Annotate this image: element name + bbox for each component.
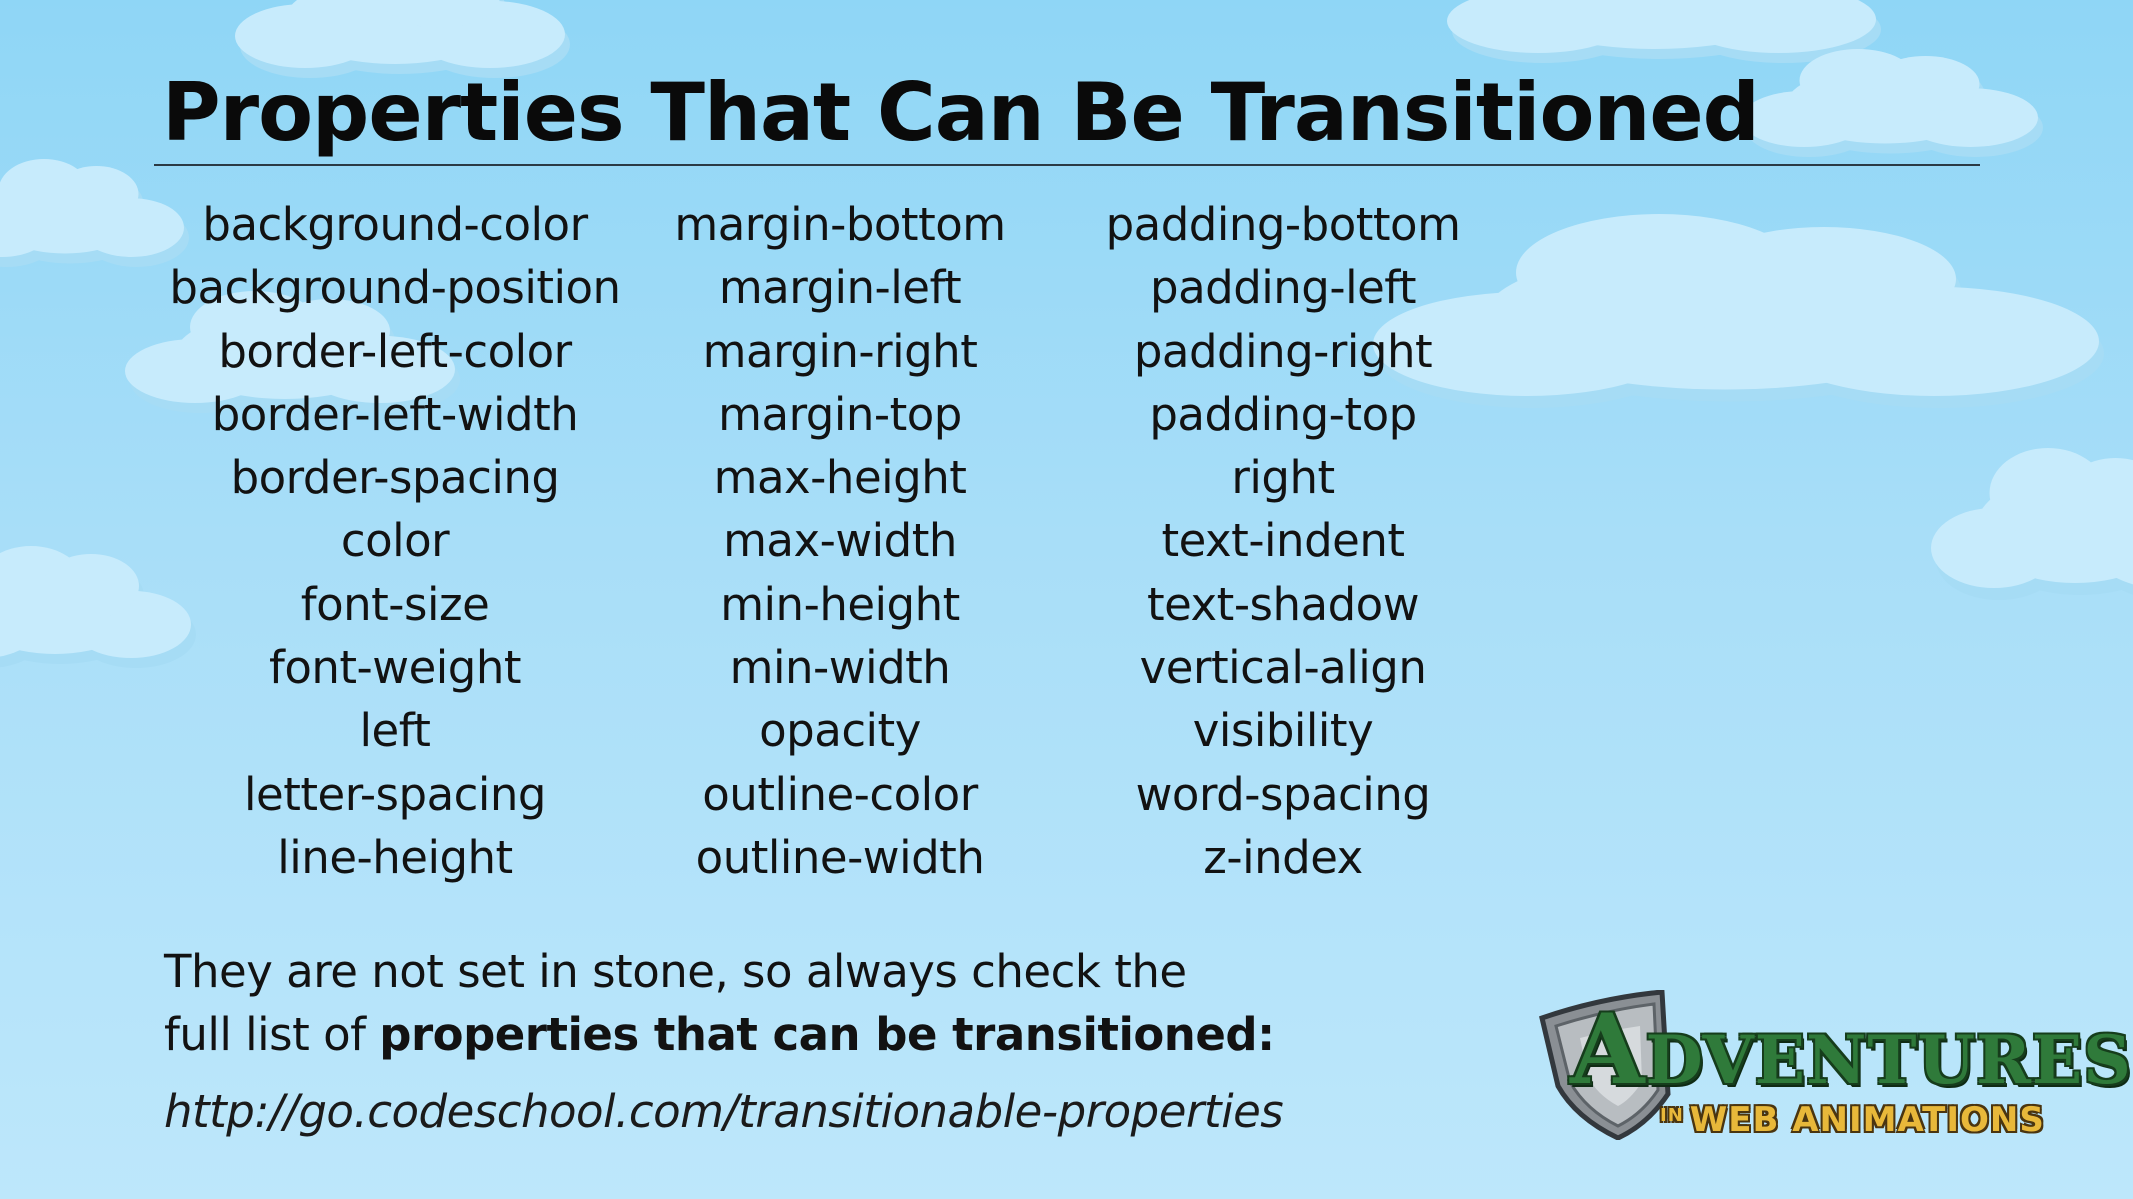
property-item: outline-color <box>702 767 978 821</box>
property-item: word-spacing <box>1135 767 1431 821</box>
property-item: padding-bottom <box>1105 198 1461 251</box>
property-item: background-color <box>202 198 588 251</box>
property-item: letter-spacing <box>244 767 546 821</box>
property-item: margin-bottom <box>674 198 1006 251</box>
property-item: padding-top <box>1149 387 1417 441</box>
property-item: min-height <box>720 577 960 631</box>
reference-link[interactable]: http://go.codeschool.com/transitionable-… <box>164 1082 1284 1142</box>
property-item: font-weight <box>269 641 522 695</box>
property-item: text-indent <box>1161 514 1406 568</box>
logo-subtitle-text: WEB ANIMATIONS <box>1689 1100 2045 1140</box>
property-item: vertical-align <box>1139 641 1427 695</box>
property-item: color <box>340 514 450 568</box>
footnote-line-2-prefix: full list of <box>164 1008 380 1061</box>
property-column-3: padding-bottom padding-left padding-righ… <box>1023 193 1543 889</box>
property-item: z-index <box>1203 830 1363 884</box>
property-item: outline-width <box>695 830 985 884</box>
property-item: right <box>1231 451 1335 505</box>
property-item: max-height <box>713 451 967 505</box>
property-item: margin-left <box>718 261 962 315</box>
property-item: opacity <box>759 704 921 758</box>
property-item: padding-left <box>1150 261 1416 315</box>
logo-subtitle: IN WEB ANIMATIONS <box>1660 1096 2045 1140</box>
property-item: background-position <box>169 261 621 315</box>
logo-subtitle-in: IN <box>1660 1105 1684 1126</box>
property-item: line-height <box>277 830 513 884</box>
property-column-1: background-color background-position bor… <box>135 193 655 889</box>
logo-title-rest: DVENTURES <box>1645 1021 2132 1099</box>
footnote-text: They are not set in stone, so always che… <box>164 940 1275 1066</box>
property-item: left <box>359 704 431 758</box>
property-column-2: margin-bottom margin-left margin-right m… <box>580 193 1100 889</box>
footnote-line-1: They are not set in stone, so always che… <box>164 945 1187 998</box>
property-item: border-left-width <box>211 387 579 441</box>
property-item: min-width <box>729 641 951 695</box>
slide-title: Properties That Can Be Transitioned <box>162 66 1760 159</box>
property-item: margin-right <box>702 324 978 378</box>
logo-title-initial: A <box>1570 993 1646 1106</box>
footnote-line-2-bold: properties that can be transitioned: <box>379 1008 1275 1061</box>
property-item: padding-right <box>1133 324 1433 378</box>
property-item: visibility <box>1192 704 1374 758</box>
footnote-line-2: full list of properties that can be tran… <box>164 1003 1275 1066</box>
property-item: max-width <box>723 514 957 568</box>
property-item: text-shadow <box>1147 577 1420 631</box>
property-item: border-left-color <box>218 324 572 378</box>
property-item: font-size <box>300 577 490 631</box>
logo-title: ADVENTURES <box>1570 1002 2132 1100</box>
title-divider <box>154 164 1980 166</box>
property-item: border-spacing <box>230 451 560 505</box>
property-item: margin-top <box>718 387 962 441</box>
